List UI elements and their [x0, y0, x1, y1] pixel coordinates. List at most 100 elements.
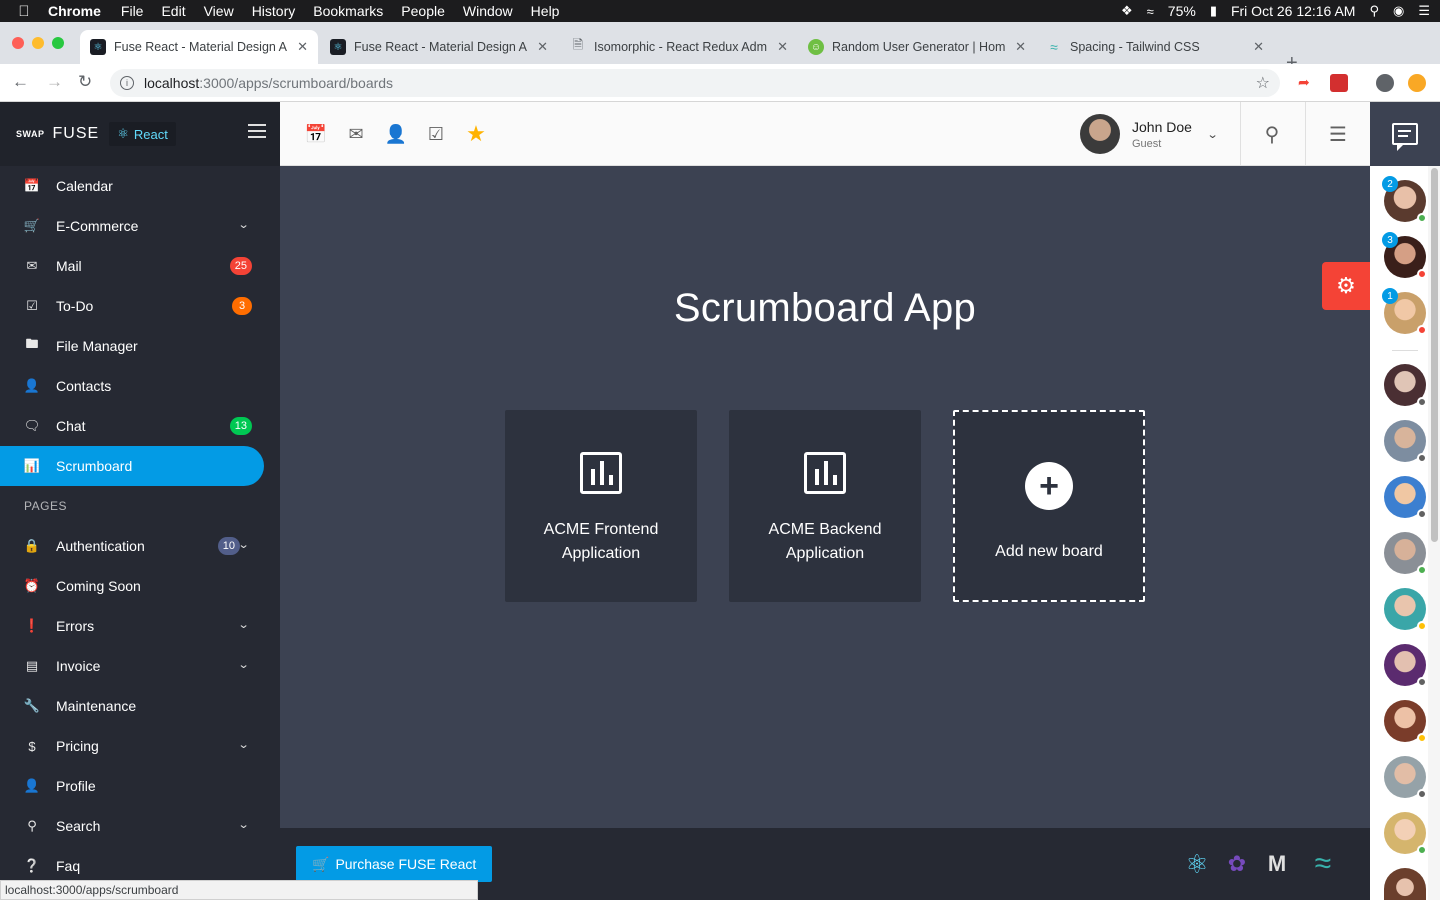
notification-center-icon[interactable]: ☰ — [1418, 3, 1430, 19]
status-indicator — [1417, 733, 1427, 743]
status-indicator — [1417, 213, 1427, 223]
spotlight-icon[interactable]: ⚲ — [1369, 3, 1379, 19]
chat-contact-avatar[interactable] — [1384, 756, 1427, 799]
back-icon[interactable]: ← — [12, 72, 29, 92]
board-card[interactable]: ACME Frontend Application — [505, 410, 697, 602]
menu-view[interactable]: View — [204, 3, 234, 19]
sidebar-item-authentication[interactable]: 🔒 Authentication 10 ⌄ — [0, 526, 280, 566]
chat-contact-avatar[interactable] — [1384, 644, 1427, 687]
address-bar[interactable]: i localhost:3000/apps/scrumboard/boards … — [110, 69, 1280, 97]
dropbox-icon[interactable]: ❖ — [1121, 3, 1133, 19]
contact-icon[interactable]: 👤 — [384, 122, 408, 146]
close-window-button[interactable] — [12, 37, 24, 49]
forward-icon[interactable]: → — [46, 72, 63, 92]
chat-contact-avatar[interactable] — [1384, 812, 1427, 855]
react-icon[interactable]: ⚛ — [1180, 848, 1214, 880]
menu-app-name[interactable]: Chrome — [48, 3, 101, 19]
battery-icon[interactable]: ▮ — [1210, 3, 1217, 19]
scrollbar-thumb[interactable] — [1431, 168, 1438, 542]
sidebar-item-label: Errors — [56, 618, 95, 634]
sidebar-item-to-do[interactable]: ☑ To-Do 3 — [0, 286, 280, 326]
zoom-window-button[interactable] — [52, 37, 64, 49]
browser-tab[interactable]: ⚛ Fuse React - Material Design A ✕ — [320, 30, 558, 64]
reload-icon[interactable]: ↻ — [78, 72, 92, 92]
site-info-icon[interactable]: i — [120, 76, 134, 90]
minimize-window-button[interactable] — [32, 37, 44, 49]
browser-tab[interactable]: ⚛ Fuse React - Material Design A ✕ — [80, 30, 318, 64]
chat-contact-avatar[interactable] — [1384, 700, 1427, 743]
sidebar-item-invoice[interactable]: ▤ Invoice ⌄ — [0, 646, 280, 686]
close-tab-icon[interactable]: ✕ — [1253, 39, 1264, 55]
search-icon[interactable]: ⚲ — [1260, 122, 1284, 146]
list-icon[interactable]: ☰ — [1326, 122, 1350, 146]
menu-help[interactable]: Help — [531, 3, 560, 19]
tab-title: Spacing - Tailwind CSS — [1070, 40, 1200, 54]
chat-contact-avatar[interactable] — [1384, 476, 1427, 519]
chat-scrollbar[interactable] — [1428, 166, 1440, 900]
add-board-button[interactable]: + Add new board — [953, 410, 1145, 602]
browser-tab[interactable]: ≈ Spacing - Tailwind CSS ✕ — [1036, 30, 1274, 64]
settings-button[interactable]: ⚙ — [1322, 262, 1370, 310]
sidebar-item-errors[interactable]: ❗ Errors ⌄ — [0, 606, 280, 646]
profile-icon[interactable] — [1376, 74, 1394, 92]
close-tab-icon[interactable]: ✕ — [1015, 39, 1026, 55]
chat-contact-avatar[interactable] — [1384, 868, 1426, 900]
extension-red-icon[interactable] — [1330, 74, 1348, 92]
sidebar-item-label: Calendar — [56, 178, 113, 194]
tailwind-icon[interactable]: ≈ — [1306, 847, 1340, 880]
chat-contact-avatar[interactable]: 1 — [1382, 288, 1427, 335]
mail-icon[interactable]: ✉ — [344, 122, 368, 146]
redux-icon[interactable]: ✿ — [1220, 848, 1254, 880]
chat-contact-avatar[interactable]: 2 — [1382, 176, 1427, 223]
siri-icon[interactable]: ◉ — [1393, 3, 1404, 19]
sidebar-item-search[interactable]: ⚲ Search ⌄ — [0, 806, 280, 846]
menu-people[interactable]: People — [401, 3, 445, 19]
sidebar-item-mail[interactable]: ✉ Mail 25 — [0, 246, 280, 286]
menu-file[interactable]: File — [121, 3, 144, 19]
sidebar-item-pricing[interactable]: $ Pricing ⌄ — [0, 726, 280, 766]
chat-contact-avatar[interactable]: 3 — [1382, 232, 1427, 279]
close-tab-icon[interactable]: ✕ — [537, 39, 548, 55]
sidebar-item-calendar[interactable]: 📅 Calendar — [0, 166, 280, 206]
bookmark-star-icon[interactable]: ☆ — [1256, 73, 1270, 93]
logo: SWAP — [16, 129, 45, 139]
browser-tab[interactable]: 🗎 Isomorphic - React Redux Adm ✕ — [560, 30, 798, 64]
apple-icon[interactable]:  — [0, 3, 48, 20]
menu-window[interactable]: Window — [463, 3, 513, 19]
chat-contact-avatar[interactable] — [1384, 532, 1427, 575]
purchase-button[interactable]: 🛒 Purchase FUSE React — [296, 846, 493, 882]
board-card[interactable]: ACME Backend Application — [729, 410, 921, 602]
app-toolbar: 📅 ✉ 👤 ☑ ★ John Doe Guest ⌄ ⚲ ☰ — [280, 102, 1370, 166]
sidebar-item-file-manager[interactable]: 🖿 File Manager — [0, 326, 280, 366]
add-circle-icon: + — [1025, 462, 1073, 510]
sidebar-item-chat[interactable]: 🗨 Chat 13 — [0, 406, 280, 446]
sidebar-item-scrumboard[interactable]: 📊 Scrumboard — [0, 446, 264, 486]
clock[interactable]: Fri Oct 26 12:16 AM — [1231, 3, 1356, 19]
star-icon[interactable]: ★ — [464, 121, 488, 146]
sidebar-item-e-commerce[interactable]: 🛒 E-Commerce ⌄ — [0, 206, 280, 246]
user-menu[interactable]: John Doe Guest ⌄ — [1080, 102, 1219, 166]
close-tab-icon[interactable]: ✕ — [297, 39, 308, 55]
chat-contact-avatar[interactable] — [1384, 364, 1427, 407]
menu-edit[interactable]: Edit — [161, 3, 185, 19]
chat-contact-avatar[interactable] — [1384, 588, 1427, 631]
chrome-alert-icon[interactable] — [1408, 74, 1426, 92]
menu-bookmarks[interactable]: Bookmarks — [313, 3, 383, 19]
browser-tab[interactable]: ☺ Random User Generator | Hom ✕ — [798, 30, 1036, 64]
calendar-icon[interactable]: 📅 — [304, 122, 328, 146]
sidebar-item-maintenance[interactable]: 🔧 Maintenance — [0, 686, 280, 726]
sidebar-item-profile[interactable]: 👤 Profile — [0, 766, 280, 806]
dollar-icon: $ — [28, 738, 36, 754]
chat-panel-toggle[interactable] — [1370, 102, 1440, 166]
sidebar-item-coming-soon[interactable]: ⏰ Coming Soon — [0, 566, 280, 606]
menu-history[interactable]: History — [252, 3, 296, 19]
checkbox-icon[interactable]: ☑ — [424, 122, 448, 146]
menu-toggle-icon[interactable] — [248, 124, 266, 138]
chat-contact-avatar[interactable] — [1384, 420, 1427, 463]
sidebar-item-contacts[interactable]: 👤 Contacts — [0, 366, 280, 406]
extension-arrow-icon[interactable]: ➦ — [1298, 74, 1316, 92]
material-ui-icon[interactable]: M — [1260, 848, 1294, 880]
user-role: Guest — [1132, 137, 1162, 150]
wifi-icon[interactable]: ≈ — [1147, 4, 1154, 19]
close-tab-icon[interactable]: ✕ — [777, 39, 788, 55]
